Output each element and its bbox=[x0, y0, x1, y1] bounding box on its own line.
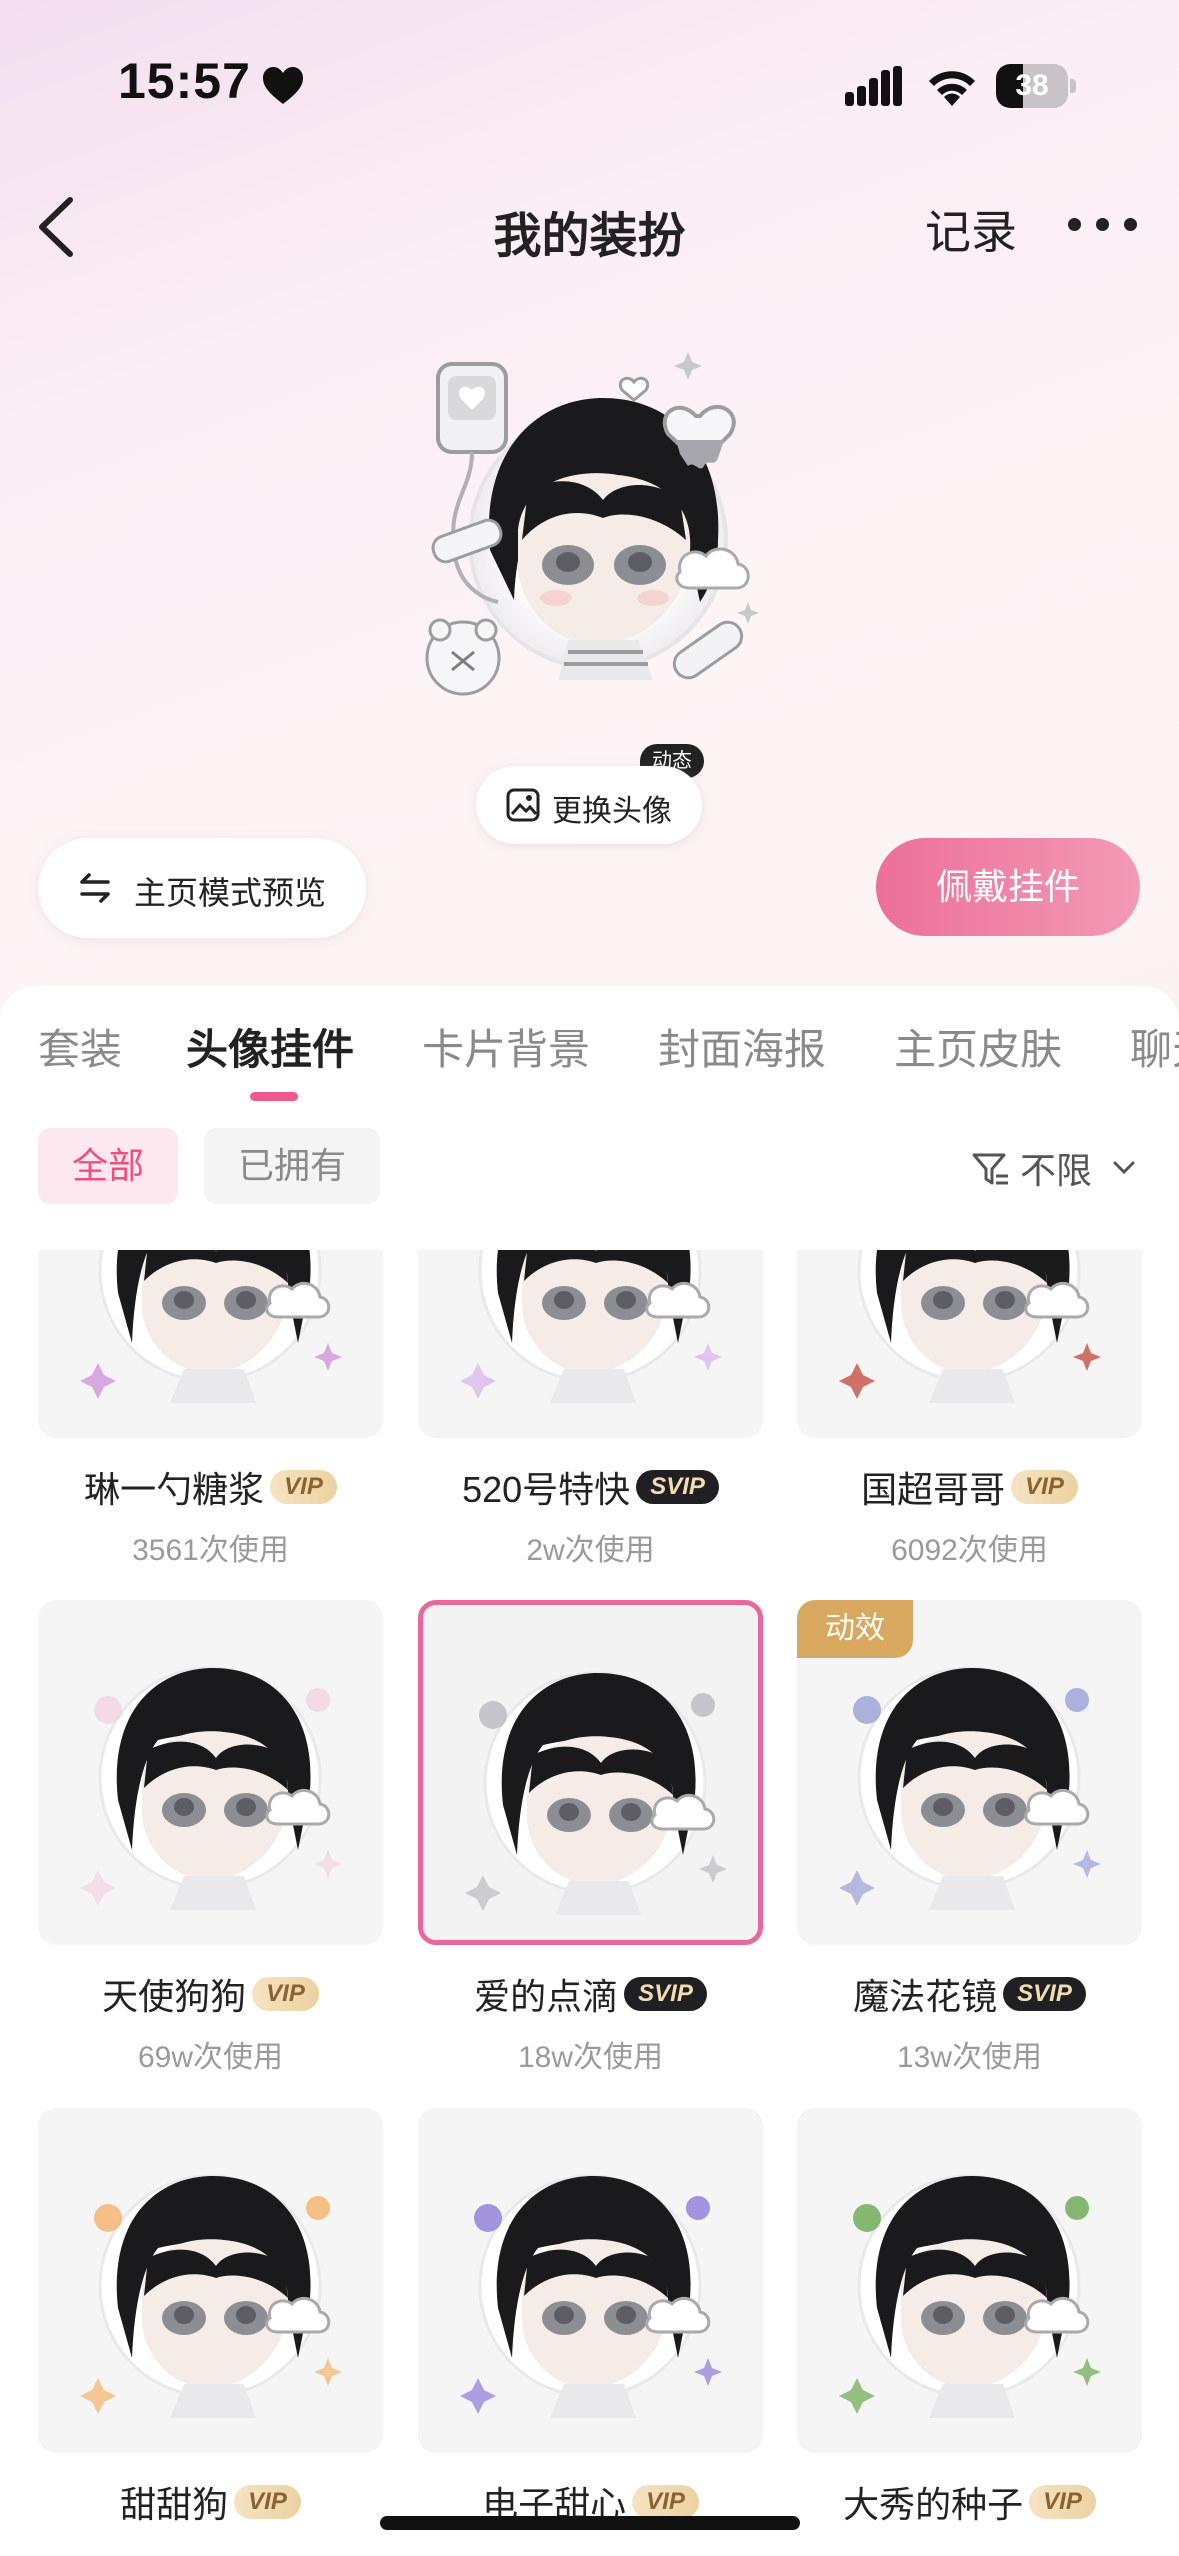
pendant-card[interactable]: 国超哥哥 VIP 6092次使用 bbox=[797, 1250, 1142, 1613]
pendant-name-row: 魔法花镜 SVIP bbox=[797, 1968, 1142, 2020]
tab-indicator bbox=[250, 1092, 298, 1101]
membership-badge: VIP bbox=[234, 2485, 301, 2519]
tab-suit[interactable]: 套装 bbox=[38, 1016, 122, 1077]
pendant-name-row: 爱的点滴 SVIP bbox=[418, 1968, 763, 2020]
pendant-name: 大秀的种子 bbox=[843, 2484, 1024, 2525]
filter-all[interactable]: 全部 bbox=[38, 1128, 179, 1204]
pendant-name: 天使狗狗 bbox=[102, 1976, 247, 2017]
mode-preview-button[interactable]: 主页模式预览 bbox=[38, 838, 366, 938]
wifi-icon bbox=[929, 71, 975, 106]
usage-count: 2w次使用 bbox=[526, 1534, 655, 1567]
content-panel: 套装 头像挂件 卡片背景 封面海报 主页皮肤 聊天 全部 已拥有 不限 琳一勺 bbox=[0, 986, 1179, 2556]
category-tabs: 套装 头像挂件 卡片背景 封面海报 主页皮肤 聊天 bbox=[0, 1016, 1179, 1106]
status-bar: 15:57 38 bbox=[0, 0, 1179, 150]
pendant-card[interactable]: 甜甜狗 VIP bbox=[38, 2108, 383, 2556]
pendant-name: 魔法花镜 bbox=[853, 1976, 998, 2017]
pendant-name-row: 琳一勺糖浆 VIP bbox=[38, 1461, 383, 1513]
tab-card-background[interactable]: 卡片背景 bbox=[422, 1016, 590, 1077]
pendant-name: 甜甜狗 bbox=[120, 2484, 229, 2525]
pendant-card[interactable]: 琳一勺糖浆 VIP 3561次使用 bbox=[38, 1250, 383, 1613]
pendant-name: 爱的点滴 bbox=[474, 1976, 619, 2017]
filter-owned[interactable]: 已拥有 bbox=[204, 1128, 381, 1204]
tab-chat[interactable]: 聊天 bbox=[1130, 1016, 1179, 1077]
animated-tag: 动效 bbox=[797, 1600, 913, 1658]
swap-icon bbox=[80, 873, 110, 903]
pendant-name-row: 大秀的种子 VIP bbox=[797, 2476, 1142, 2528]
heart-icon bbox=[263, 67, 303, 104]
pendant-thumbnail[interactable] bbox=[38, 1600, 383, 1945]
pendant-name-row: 国超哥哥 VIP bbox=[797, 1461, 1142, 1513]
image-icon bbox=[506, 788, 540, 822]
membership-badge: SVIP bbox=[1003, 1977, 1086, 2011]
chevron-down-icon bbox=[1113, 1161, 1135, 1175]
pendant-card[interactable]: 电子甜心 VIP bbox=[418, 2108, 763, 2556]
pendant-card[interactable]: 天使狗狗 VIP 69w次使用 bbox=[38, 1600, 383, 2120]
change-avatar-label: 更换头像 bbox=[552, 795, 672, 828]
membership-badge: VIP bbox=[632, 2485, 699, 2519]
pendant-card[interactable]: 爱的点滴 SVIP 18w次使用 bbox=[418, 1600, 763, 2120]
pendant-card[interactable]: 大秀的种子 VIP bbox=[797, 2108, 1142, 2556]
change-avatar-button[interactable]: 更换头像 bbox=[476, 766, 702, 844]
membership-badge: SVIP bbox=[636, 1470, 719, 1504]
pendant-thumbnail[interactable] bbox=[38, 1250, 383, 1438]
usage-count: 6092次使用 bbox=[891, 1534, 1048, 1567]
membership-badge: VIP bbox=[252, 1977, 319, 2011]
pendant-thumbnail[interactable] bbox=[797, 1250, 1142, 1438]
status-time: 15:57 bbox=[118, 53, 251, 109]
pendant-name-row: 甜甜狗 VIP bbox=[38, 2476, 383, 2528]
pendant-card[interactable]: 520号特快 SVIP 2w次使用 bbox=[418, 1250, 763, 1613]
pendant-name: 国超哥哥 bbox=[861, 1469, 1006, 1510]
signal-icon bbox=[845, 66, 902, 106]
more-icon[interactable] bbox=[1068, 212, 1138, 238]
pendant-grid: 琳一勺糖浆 VIP 3561次使用 520号特快 SVIP 2w次使用 国超哥哥 VIP 6… bbox=[0, 1250, 1179, 2556]
tab-home-skin[interactable]: 主页皮肤 bbox=[894, 1016, 1062, 1077]
sort-filter-label: 不限 bbox=[1020, 1150, 1093, 1191]
battery-indicator: 38 bbox=[996, 64, 1076, 108]
membership-badge: SVIP bbox=[624, 1977, 707, 2011]
mode-preview-label: 主页模式预览 bbox=[134, 875, 327, 911]
battery-percent: 38 bbox=[1015, 69, 1049, 102]
pendant-name-row: 520号特快 SVIP bbox=[418, 1461, 763, 1513]
usage-count: 18w次使用 bbox=[517, 2041, 664, 2074]
pendant-name: 琳一勺糖浆 bbox=[84, 1469, 265, 1510]
wear-pendant-button[interactable]: 佩戴挂件 bbox=[876, 838, 1140, 936]
membership-badge: VIP bbox=[270, 1470, 337, 1504]
usage-count: 69w次使用 bbox=[137, 2041, 284, 2074]
pendant-card[interactable]: 动效魔法花镜 SVIP 13w次使用 bbox=[797, 1600, 1142, 2120]
membership-badge: VIP bbox=[1029, 2485, 1096, 2519]
filter-icon bbox=[972, 1153, 1008, 1185]
pendant-thumbnail[interactable] bbox=[38, 2108, 383, 2453]
pendant-thumbnail[interactable] bbox=[418, 1250, 763, 1438]
avatar-preview bbox=[425, 352, 759, 696]
pendant-thumbnail[interactable] bbox=[797, 2108, 1142, 2453]
pendant-thumbnail[interactable]: 动效 bbox=[797, 1600, 1142, 1945]
usage-count: 3561次使用 bbox=[132, 1534, 289, 1567]
record-button[interactable]: 记录 bbox=[925, 196, 1017, 262]
home-indicator bbox=[380, 2516, 800, 2530]
tab-cover-poster[interactable]: 封面海报 bbox=[658, 1016, 826, 1077]
pendant-name-row: 天使狗狗 VIP bbox=[38, 1968, 383, 2020]
pendant-name: 520号特快 bbox=[462, 1469, 631, 1510]
usage-count: 13w次使用 bbox=[896, 2041, 1043, 2074]
pendant-thumbnail[interactable] bbox=[418, 1600, 763, 1945]
tab-avatar-pendant[interactable]: 头像挂件 bbox=[186, 1016, 354, 1077]
back-icon[interactable] bbox=[28, 190, 88, 264]
membership-badge: VIP bbox=[1011, 1470, 1078, 1504]
pendant-thumbnail[interactable] bbox=[418, 2108, 763, 2453]
